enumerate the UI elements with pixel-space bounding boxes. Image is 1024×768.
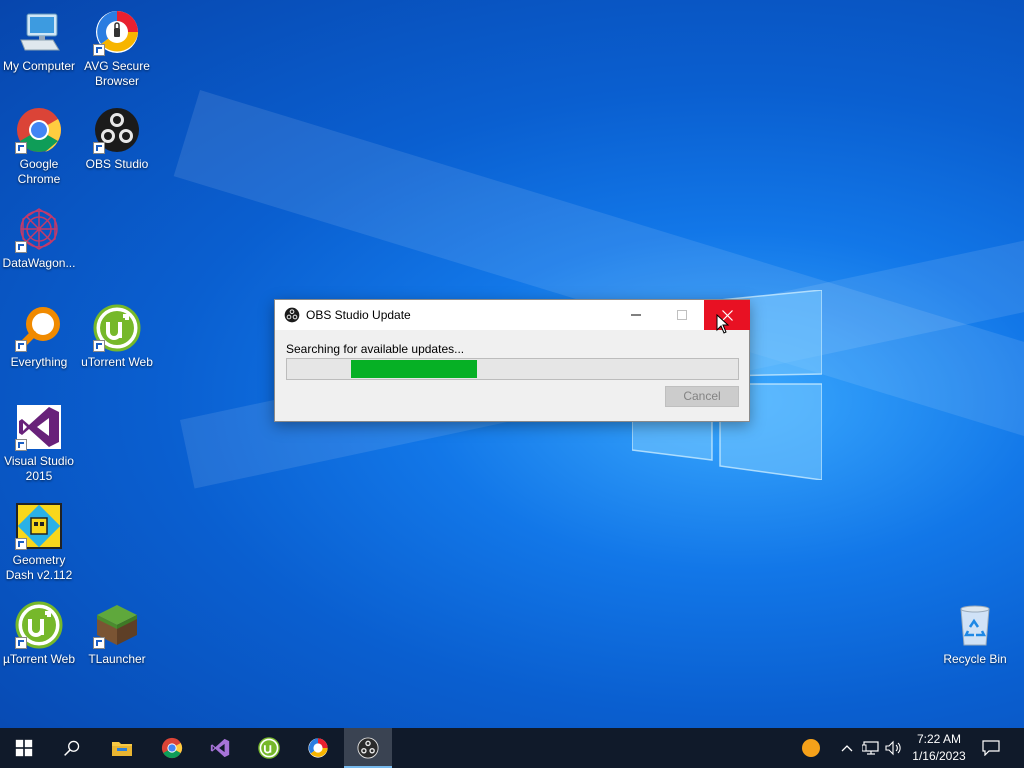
visual-studio-icon <box>210 738 230 758</box>
avg-browser-icon <box>93 8 141 56</box>
desktop-icon-label: Visual Studio 2015 <box>4 454 74 483</box>
desktop-icon-label: uTorrent Web <box>81 355 153 369</box>
datawagon-icon <box>15 205 63 253</box>
desktop-icon-everything[interactable]: Everything <box>0 304 78 370</box>
orange-circle-icon <box>802 739 820 757</box>
utorrent-icon <box>93 304 141 352</box>
desktop-icon-tlauncher[interactable]: TLauncher <box>78 601 156 667</box>
desktop-icon-utorrent-web[interactable]: uTorrent Web <box>78 304 156 370</box>
desktop-icon-label: TLauncher <box>88 652 146 666</box>
everything-icon <box>15 304 63 352</box>
chevron-up-icon <box>841 745 853 752</box>
obs-icon <box>357 737 379 759</box>
chrome-icon <box>161 737 183 759</box>
desktop-icon-label: Geometry Dash v2.112 <box>5 553 73 582</box>
desktop-icon-label: Recycle Bin <box>943 652 1007 666</box>
taskbar-obs-studio[interactable] <box>344 728 392 768</box>
update-status-text: Searching for available updates... <box>286 342 465 356</box>
tray-app-orange[interactable] <box>798 728 824 768</box>
clock-date: 1/16/2023 <box>912 749 966 763</box>
recycle-bin-icon <box>951 601 999 649</box>
shortcut-arrow-icon <box>15 439 27 451</box>
progress-bar-fill <box>351 360 477 378</box>
avg-browser-icon <box>308 738 328 758</box>
show-hidden-icons-button[interactable] <box>838 728 856 768</box>
desktop-icon-label: AVG Secure Browser <box>84 59 150 88</box>
geometry-dash-icon <box>15 502 63 550</box>
desktop-icon-datawagon[interactable]: DataWagon... <box>0 205 78 271</box>
shortcut-arrow-icon <box>93 142 105 154</box>
desktop-icon-google-chrome[interactable]: Google Chrome <box>0 106 78 187</box>
utorrent-icon <box>258 737 280 759</box>
update-progress-bar <box>286 358 739 380</box>
taskbar: 7:22 AM 1/16/2023 <box>0 728 1024 768</box>
shortcut-arrow-icon <box>15 637 27 649</box>
desktop-icon-recycle-bin[interactable]: Recycle Bin <box>936 601 1014 667</box>
visual-studio-icon <box>15 403 63 451</box>
desktop-icon-mutorrent-web[interactable]: µTorrent Web <box>0 601 78 667</box>
search-button[interactable] <box>48 728 96 768</box>
maximize-button[interactable] <box>659 300 705 330</box>
speaker-icon <box>885 740 901 756</box>
start-icon <box>15 739 33 757</box>
network-icon <box>862 741 879 755</box>
obs-update-dialog: OBS Studio Update Searching for availabl… <box>274 299 750 422</box>
utorrent-icon <box>15 601 63 649</box>
obs-icon <box>284 307 300 323</box>
dialog-titlebar[interactable]: OBS Studio Update <box>275 300 750 330</box>
desktop-icon-obs-studio[interactable]: OBS Studio <box>78 106 156 172</box>
desktop-icon-visual-studio-2015[interactable]: Visual Studio 2015 <box>0 403 78 484</box>
desktop-icon-label: µTorrent Web <box>2 652 76 666</box>
file-explorer-icon <box>112 742 132 756</box>
desktop-icon-label: OBS Studio <box>85 157 149 171</box>
network-button[interactable] <box>860 728 882 768</box>
notification-icon <box>982 740 1000 756</box>
mouse-cursor-icon <box>716 314 730 334</box>
desktop-icon-my-computer[interactable]: My Computer <box>0 8 78 74</box>
minimize-icon <box>631 314 641 316</box>
desktop-icon-label: DataWagon... <box>2 256 76 270</box>
desktop-icon-label: Everything <box>10 355 68 369</box>
taskbar-utorrent[interactable] <box>245 728 293 768</box>
taskbar-chrome[interactable] <box>148 728 196 768</box>
clock-time: 7:22 AM <box>916 732 962 746</box>
desktop-icon-label: Google Chrome <box>17 157 61 186</box>
taskbar-clock[interactable]: 7:22 AM 1/16/2023 <box>904 731 974 765</box>
desktop-icon-avg-secure-browser[interactable]: AVG Secure Browser <box>78 8 156 89</box>
action-center-button[interactable] <box>978 728 1004 768</box>
taskbar-file-explorer[interactable] <box>98 728 146 768</box>
shortcut-arrow-icon <box>93 44 105 56</box>
start-button[interactable] <box>0 728 48 768</box>
computer-icon <box>15 8 63 56</box>
taskbar-visual-studio[interactable] <box>196 728 244 768</box>
cancel-button[interactable]: Cancel <box>665 386 739 407</box>
minimize-button[interactable] <box>613 300 659 330</box>
chrome-icon <box>15 106 63 154</box>
search-icon <box>64 740 80 756</box>
taskbar-avg-browser[interactable] <box>294 728 342 768</box>
maximize-icon <box>677 310 687 320</box>
shortcut-arrow-icon <box>15 340 27 352</box>
shortcut-arrow-icon <box>15 142 27 154</box>
obs-icon <box>93 106 141 154</box>
desktop-icon-label: My Computer <box>2 59 76 73</box>
tlauncher-icon <box>93 601 141 649</box>
shortcut-arrow-icon <box>93 340 105 352</box>
dialog-title: OBS Studio Update <box>306 308 411 322</box>
shortcut-arrow-icon <box>15 538 27 550</box>
volume-button[interactable] <box>883 728 905 768</box>
desktop-icon-geometry-dash[interactable]: Geometry Dash v2.112 <box>0 502 78 583</box>
shortcut-arrow-icon <box>15 241 27 253</box>
shortcut-arrow-icon <box>93 637 105 649</box>
